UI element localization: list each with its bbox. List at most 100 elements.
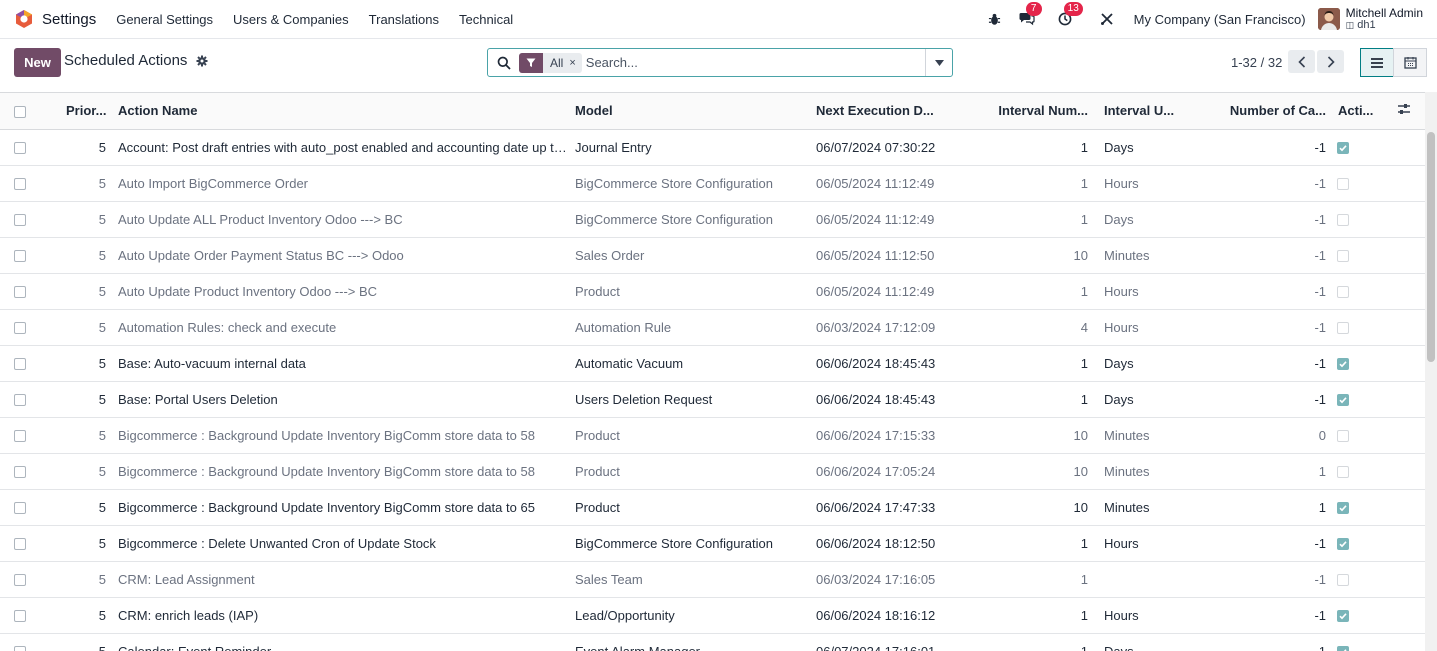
cell-number-of-calls: -1: [1223, 597, 1334, 634]
page-title[interactable]: Scheduled Actions: [64, 52, 187, 69]
calendar-view-button[interactable]: [1393, 48, 1427, 77]
row-select-checkbox[interactable]: [0, 201, 44, 238]
cell-priority: 5: [44, 489, 114, 526]
row-select-checkbox[interactable]: [0, 345, 44, 382]
cell-interval-unit: Hours: [1096, 165, 1223, 202]
header-model[interactable]: Model: [571, 93, 812, 130]
messages-icon[interactable]: 7: [1016, 2, 1042, 30]
cell-interval-number: 1: [982, 129, 1096, 166]
table-row[interactable]: 5 Calendar: Event Reminder Event Alarm Man…: [0, 633, 1425, 651]
header-priority[interactable]: Prior...: [44, 93, 114, 130]
cell-model: Automatic Vacuum: [571, 345, 812, 382]
row-select-checkbox[interactable]: [0, 237, 44, 274]
search-input[interactable]: [585, 55, 906, 70]
table-row[interactable]: 5 Automation Rules: check and execute Auto…: [0, 309, 1425, 346]
header-number-of-calls[interactable]: Number of Ca...: [1223, 93, 1334, 130]
row-select-checkbox[interactable]: [0, 561, 44, 598]
activities-clock-icon[interactable]: 13: [1054, 2, 1083, 30]
table-row[interactable]: 5 Bigcommerce : Background Update Invento…: [0, 489, 1425, 526]
header-interval-unit[interactable]: Interval U...: [1096, 93, 1223, 130]
cell-active-checkbox: [1334, 165, 1389, 202]
cell-interval-unit: Days: [1096, 381, 1223, 418]
header-action-name[interactable]: Action Name: [114, 93, 571, 130]
cell-priority: 5: [44, 633, 114, 651]
debug-bug-icon[interactable]: [984, 8, 1006, 30]
cell-interval-unit: Days: [1096, 129, 1223, 166]
row-select-checkbox[interactable]: [0, 525, 44, 562]
header-active[interactable]: Acti...: [1334, 93, 1389, 130]
table-row[interactable]: 5 Bigcommerce : Delete Unwanted Cron of U…: [0, 525, 1425, 562]
list-scrollbar[interactable]: [1425, 92, 1437, 651]
row-select-checkbox[interactable]: [0, 453, 44, 490]
user-avatar[interactable]: [1317, 8, 1340, 30]
menu-translations[interactable]: Translations: [369, 12, 439, 27]
cell-spacer: [1389, 165, 1425, 202]
table-row[interactable]: 5 Auto Update ALL Product Inventory Odoo …: [0, 201, 1425, 238]
menu-users-companies[interactable]: Users & Companies: [233, 12, 349, 27]
cell-action-name: Automation Rules: check and execute: [114, 309, 571, 346]
row-select-checkbox[interactable]: [0, 597, 44, 634]
table-row[interactable]: 5 Auto Import BigCommerce Order BigCommerc…: [0, 165, 1425, 202]
row-select-checkbox[interactable]: [0, 273, 44, 310]
select-all-checkbox[interactable]: [0, 93, 44, 130]
search-facet[interactable]: All ×: [519, 52, 582, 73]
pager-value[interactable]: 1-32 / 32: [1231, 55, 1282, 70]
table-row[interactable]: 5 Auto Update Product Inventory Odoo --->…: [0, 273, 1425, 310]
new-button[interactable]: New: [14, 48, 61, 77]
cell-number-of-calls: -1: [1223, 633, 1334, 651]
pager-previous-button[interactable]: [1288, 50, 1315, 73]
odoo-logo-icon[interactable]: [14, 9, 34, 29]
header-next-execution[interactable]: Next Execution D...: [812, 93, 982, 130]
row-select-checkbox[interactable]: [0, 489, 44, 526]
list-view-button[interactable]: [1360, 48, 1394, 77]
table-row[interactable]: 5 Auto Update Order Payment Status BC ---…: [0, 237, 1425, 274]
cell-action-name: Base: Portal Users Deletion: [114, 381, 571, 418]
cell-interval-number: 1: [982, 525, 1096, 562]
cell-interval-number: 1: [982, 201, 1096, 238]
active-checked-icon: [1337, 394, 1349, 407]
cell-active-checkbox: [1334, 345, 1389, 382]
row-select-checkbox[interactable]: [0, 309, 44, 346]
cell-interval-number: 1: [982, 381, 1096, 418]
tools-icon[interactable]: [1096, 8, 1118, 30]
cell-next-execution: 06/05/2024 11:12:49: [812, 201, 982, 238]
search-options-toggle[interactable]: [925, 49, 952, 76]
list-icon: [1371, 57, 1383, 68]
control-panel: New Scheduled Actions All × 1-32 / 32: [0, 39, 1437, 92]
cell-priority: 5: [44, 165, 114, 202]
menu-technical[interactable]: Technical: [459, 12, 513, 27]
row-select-checkbox[interactable]: [0, 633, 44, 651]
row-select-checkbox[interactable]: [0, 129, 44, 166]
table-row[interactable]: 5 Base: Portal Users Deletion Users Deleti…: [0, 381, 1425, 418]
user-menu[interactable]: Mitchell Admin ◫ dh1: [1346, 7, 1423, 31]
cell-interval-number: 10: [982, 237, 1096, 274]
cell-number-of-calls: -1: [1223, 165, 1334, 202]
cell-priority: 5: [44, 417, 114, 454]
search-bar[interactable]: All ×: [487, 48, 953, 77]
scrollbar-thumb[interactable]: [1427, 132, 1435, 362]
header-interval-number[interactable]: Interval Num...: [982, 93, 1096, 130]
cell-interval-number: 10: [982, 489, 1096, 526]
active-checked-icon: [1337, 502, 1349, 515]
gear-icon[interactable]: [196, 55, 210, 69]
table-row[interactable]: 5 CRM: enrich leads (IAP) Lead/Opportunity…: [0, 597, 1425, 634]
cell-number-of-calls: 0: [1223, 417, 1334, 454]
row-select-checkbox[interactable]: [0, 165, 44, 202]
row-select-checkbox[interactable]: [0, 381, 44, 418]
facet-remove-icon[interactable]: ×: [569, 57, 581, 69]
cell-interval-unit: Minutes: [1096, 489, 1223, 526]
table-row[interactable]: 5 Account: Post draft entries with auto_p…: [0, 129, 1425, 166]
table-row[interactable]: 5 Bigcommerce : Background Update Invento…: [0, 453, 1425, 490]
table-row[interactable]: 5 Base: Auto-vacuum internal data Automati…: [0, 345, 1425, 382]
cell-model: Sales Team: [571, 561, 812, 598]
cell-spacer: [1389, 525, 1425, 562]
row-select-checkbox[interactable]: [0, 417, 44, 454]
menu-general-settings[interactable]: General Settings: [116, 12, 213, 27]
company-switcher[interactable]: My Company (San Francisco): [1134, 12, 1306, 27]
table-row[interactable]: 5 Bigcommerce : Background Update Invento…: [0, 417, 1425, 454]
cell-action-name: Bigcommerce : Delete Unwanted Cron of Up…: [114, 525, 571, 562]
table-row[interactable]: 5 CRM: Lead Assignment Sales Team 06/03/202…: [0, 561, 1425, 598]
optional-columns-toggle[interactable]: [1389, 93, 1425, 130]
app-name[interactable]: Settings: [42, 11, 96, 28]
pager-next-button[interactable]: [1317, 50, 1344, 73]
